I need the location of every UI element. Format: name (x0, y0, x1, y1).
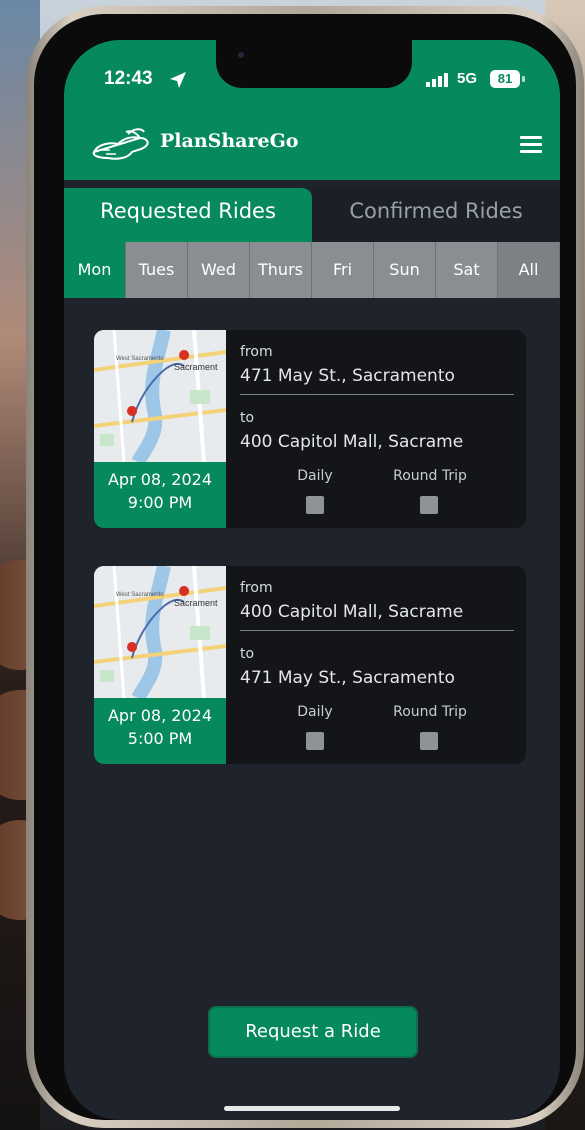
status-time: 12:43 (104, 68, 153, 89)
phone-frame: 12:43 5G 81 PlanShareGo Requested Rides … (26, 6, 584, 1128)
map-label-city: Sacrament (174, 598, 218, 608)
address-divider (240, 394, 514, 395)
rabbit-logo-icon (92, 128, 149, 160)
ride-date: Apr 08, 2024 (107, 470, 212, 489)
from-label: from (240, 344, 273, 360)
day-filter-bar: Mon Tues Wed Thurs Fri Sun Sat All (64, 242, 560, 298)
route-map-graphic: West Sacramento Sacrament (94, 566, 226, 698)
from-address: 471 May St., Sacramento (240, 366, 455, 386)
day-mon[interactable]: Mon (64, 242, 126, 298)
round-trip-checkbox[interactable] (420, 732, 438, 750)
phone-bezel: 12:43 5G 81 PlanShareGo Requested Rides … (34, 14, 576, 1120)
daily-checkbox[interactable] (306, 732, 324, 750)
map-label-city: Sacrament (174, 362, 218, 372)
camera-dot (238, 52, 244, 58)
round-trip-label: Round Trip (393, 468, 467, 484)
notch (216, 40, 412, 88)
ride-time: 9:00 PM (127, 493, 193, 512)
request-ride-button[interactable]: Request a Ride (208, 1006, 418, 1058)
round-trip-checkbox[interactable] (420, 496, 438, 514)
from-address: 400 Capitol Mall, Sacrame (240, 602, 464, 622)
day-wed[interactable]: Wed (188, 242, 250, 298)
battery-tip (522, 76, 525, 82)
daily-label: Daily (297, 468, 333, 484)
daily-checkbox[interactable] (306, 496, 324, 514)
brand-name: PlanShareGo (160, 130, 299, 152)
from-label: from (240, 580, 273, 596)
daily-label: Daily (297, 704, 333, 720)
map-label-west: West Sacramento (116, 356, 164, 362)
to-label: to (240, 646, 255, 662)
battery-level: 81 (490, 70, 520, 88)
ride-card[interactable]: West Sacramento Sacrament Apr 08, 2024 9… (94, 330, 526, 528)
location-arrow-icon (170, 72, 186, 88)
ride-time: 5:00 PM (127, 729, 193, 748)
to-address: 400 Capitol Mall, Sacrame (240, 432, 464, 452)
phone-screen: 12:43 5G 81 PlanShareGo Requested Rides … (64, 40, 560, 1120)
tab-requested-rides[interactable]: Requested Rides (64, 188, 312, 242)
ride-datetime: Apr 08, 2024 9:00 PM (94, 462, 226, 528)
home-indicator (224, 1106, 400, 1111)
ride-datetime: Apr 08, 2024 5:00 PM (94, 698, 226, 764)
ride-card[interactable]: West Sacramento Sacrament Apr 08, 2024 5… (94, 566, 526, 764)
to-address: 471 May St., Sacramento (240, 668, 455, 688)
route-map-graphic: West Sacramento Sacrament (94, 330, 226, 462)
map-label-west: West Sacramento (116, 592, 164, 598)
network-type: 5G (457, 70, 478, 87)
round-trip-label: Round Trip (393, 704, 467, 720)
route-map: West Sacramento Sacrament (94, 330, 226, 462)
signal-icon (426, 73, 448, 87)
ride-date: Apr 08, 2024 (107, 706, 212, 725)
day-fri[interactable]: Fri (312, 242, 374, 298)
route-map: West Sacramento Sacrament (94, 566, 226, 698)
tab-confirmed-rides[interactable]: Confirmed Rides (312, 188, 560, 242)
day-all[interactable]: All (498, 242, 560, 298)
day-thurs[interactable]: Thurs (250, 242, 312, 298)
hamburger-menu-icon[interactable] (520, 136, 542, 153)
day-sat[interactable]: Sat (436, 242, 498, 298)
to-label: to (240, 410, 255, 426)
day-sun[interactable]: Sun (374, 242, 436, 298)
day-tues[interactable]: Tues (126, 242, 188, 298)
address-divider (240, 630, 514, 631)
